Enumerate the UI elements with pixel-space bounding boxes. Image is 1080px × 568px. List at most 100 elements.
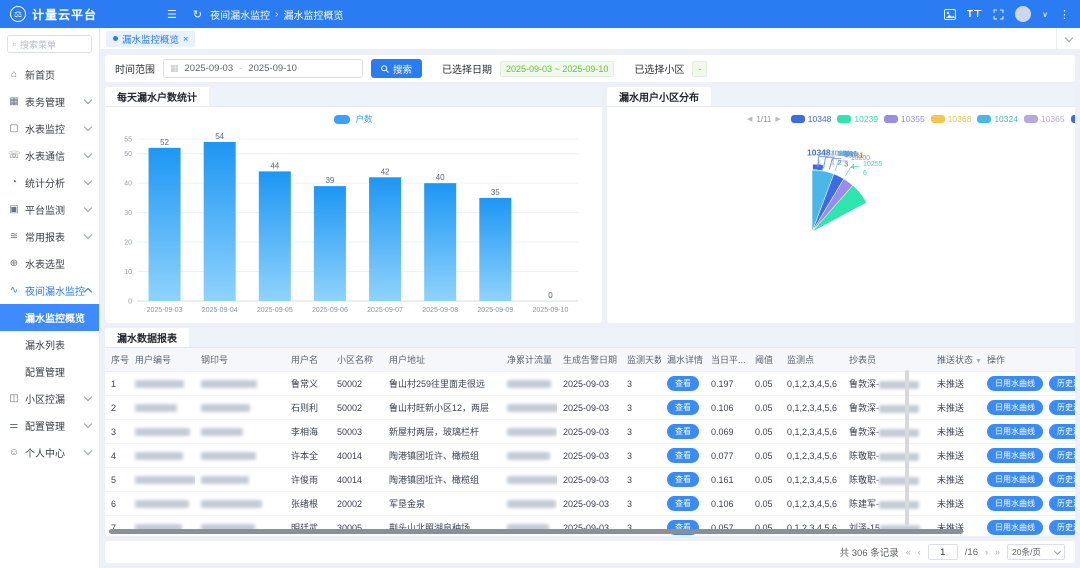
pie-legend-item-10368[interactable]: 10368 [931,114,972,124]
redacted-value [135,452,183,460]
action-button-0[interactable]: 日用水曲线 [987,448,1043,463]
sidebar-item-label: 配置管理 [25,418,65,433]
avatar[interactable] [1015,6,1031,22]
redacted-value [507,380,551,388]
sidebar-item-13[interactable]: ⚌配置管理 [0,412,99,439]
action-button-0[interactable]: 日用水曲线 [987,472,1043,487]
action-button-0[interactable]: 日用水曲线 [987,400,1043,415]
cell-blur [129,396,195,420]
page-size-select[interactable]: 20条/页 [1007,544,1065,560]
pie-legend-item-10348[interactable]: 10348 [791,114,832,124]
sidebar-item-11[interactable]: 配置管理 [0,358,99,385]
reader-name: 鲁敦深- [849,403,879,413]
sidebar-item-5[interactable]: ▣平台监测 [0,196,99,223]
view-details-button[interactable]: 查看 [667,376,699,391]
sidebar-item-2[interactable]: ▢水表监控 [0,115,99,142]
sidebar-item-3[interactable]: ☏水表通信 [0,142,99,169]
tab-close-icon[interactable]: × [183,34,188,44]
redacted-value [879,477,919,485]
view-details-button[interactable]: 查看 [667,496,699,511]
view-details-button[interactable]: 查看 [667,448,699,463]
pie-legend-item-10355[interactable]: 10355 [884,114,925,124]
view-details-button[interactable]: 查看 [667,400,699,415]
hamburger-icon[interactable]: ☰ [167,8,177,21]
chevron-up-icon [84,288,92,296]
tab-overflow-button[interactable] [1056,28,1080,50]
sidebar-item-1[interactable]: ▦表务管理 [0,88,99,115]
bar-2025-09-08[interactable] [424,183,456,301]
redacted-value [201,476,249,484]
cell-days: 3 [621,492,661,516]
cell-blur [129,468,195,492]
last-page-button[interactable]: » [995,547,1000,557]
bar-2025-09-03[interactable] [149,148,181,301]
column-label: 小区名称 [337,355,373,365]
legend-prev-icon[interactable]: ◀ [747,115,752,123]
sidebar-item-6[interactable]: ≋常用报表 [0,223,99,250]
filter-icon[interactable]: ▼ [975,358,981,365]
sidebar-item-14[interactable]: ☺个人中心 [0,439,99,466]
vertical-scrollbar[interactable] [905,370,909,526]
pie-legend-item-10239[interactable]: 10239 [837,114,878,124]
cell-reader: 鲁敦深- [843,396,931,420]
page-input[interactable] [928,544,958,560]
column-label: 监测天数 [627,355,661,365]
action-button-1[interactable]: 历史漏损 [1049,376,1075,391]
bar-chart-panel: 每天漏水户数统计 户数 0102030405055522025-09-03542… [105,87,602,323]
redacted-value [135,500,189,508]
view-details-button[interactable]: 查看 [667,424,699,439]
text-size-icon[interactable]: T⊤ [967,9,982,20]
fullscreen-icon[interactable] [993,9,1004,20]
sidebar-search[interactable]: ⌕ 搜索菜单 [7,35,92,53]
tab-leak-overview[interactable]: 漏水监控概览 × [106,31,195,47]
legend-next-icon[interactable]: ▶ [775,115,780,123]
action-button-1[interactable]: 历史漏损 [1049,400,1075,415]
bar-2025-09-06[interactable] [314,186,346,301]
sidebar-item-4[interactable]: ◔统计分析 [0,169,99,196]
bar-chart-legend[interactable]: 户数 [105,111,602,127]
sidebar-item-12[interactable]: ◫小区控漏 [0,385,99,412]
more-menu-icon[interactable]: ⋮ [1059,8,1070,21]
action-button-1[interactable]: 历史漏损 [1049,472,1075,487]
pie-legend-item-103[interactable]: 103 [1071,114,1075,124]
action-button-1[interactable]: 历史漏损 [1049,448,1075,463]
refresh-icon[interactable]: ↻ [193,8,202,21]
search-button[interactable]: 搜索 [371,59,422,78]
action-button-0[interactable]: 日用水曲线 [987,520,1043,535]
home-icon: ⌂ [8,69,20,80]
sidebar-item-0[interactable]: ⌂新首页 [0,61,99,88]
report-icon: ≋ [8,231,20,242]
user-chevron-down-icon[interactable]: ∨ [1042,10,1048,19]
sidebar-item-9[interactable]: 漏水监控概览 [0,304,99,331]
action-button-1[interactable]: 历史漏损 [1049,520,1075,535]
action-button-0[interactable]: 日用水曲线 [987,496,1043,511]
sidebar-item-7[interactable]: ⊕水表选型 [0,250,99,277]
image-icon[interactable] [944,9,956,20]
bar-2025-09-09[interactable] [479,198,511,301]
sidebar-item-8[interactable]: ∿夜间漏水监控 [0,277,99,304]
view-details-button[interactable]: 查看 [667,472,699,487]
cell-view: 查看 [661,444,705,468]
bar-2025-09-05[interactable] [259,171,291,301]
action-button-0[interactable]: 日用水曲线 [987,424,1043,439]
action-button-0[interactable]: 日用水曲线 [987,376,1043,391]
bar-2025-09-04[interactable] [204,142,236,301]
sidebar-item-10[interactable]: 漏水列表 [0,331,99,358]
action-button-1[interactable]: 历史漏损 [1049,496,1075,511]
first-page-button[interactable]: « [906,547,911,557]
horizontal-scrollbar[interactable] [109,529,963,534]
date-range-input[interactable]: ▦ 2025-09-03 - 2025-09-10 [163,59,363,78]
pie-legend-item-10324[interactable]: 10324 [977,114,1018,124]
prev-page-button[interactable]: ‹ [918,547,921,557]
leak-data-table: 序号用户编号钢印号用户名小区名称用户地址净累计流量生成告警日期监测天数漏水详情当… [105,348,1075,536]
sidebar-item-label: 表务管理 [25,94,65,109]
pie-legend-item-10365[interactable]: 10365 [1024,114,1065,124]
cell-blur [195,396,285,420]
cell-actions: 日用水曲线历史漏损单表分析 [981,492,1075,516]
cell-push: 未推送 [931,468,981,492]
chevron-down-icon [1054,547,1061,554]
breadcrumb-parent[interactable]: 夜间漏水监控 [210,7,270,22]
bar-2025-09-07[interactable] [369,177,401,301]
action-button-1[interactable]: 历史漏损 [1049,424,1075,439]
next-page-button[interactable]: › [985,547,988,557]
